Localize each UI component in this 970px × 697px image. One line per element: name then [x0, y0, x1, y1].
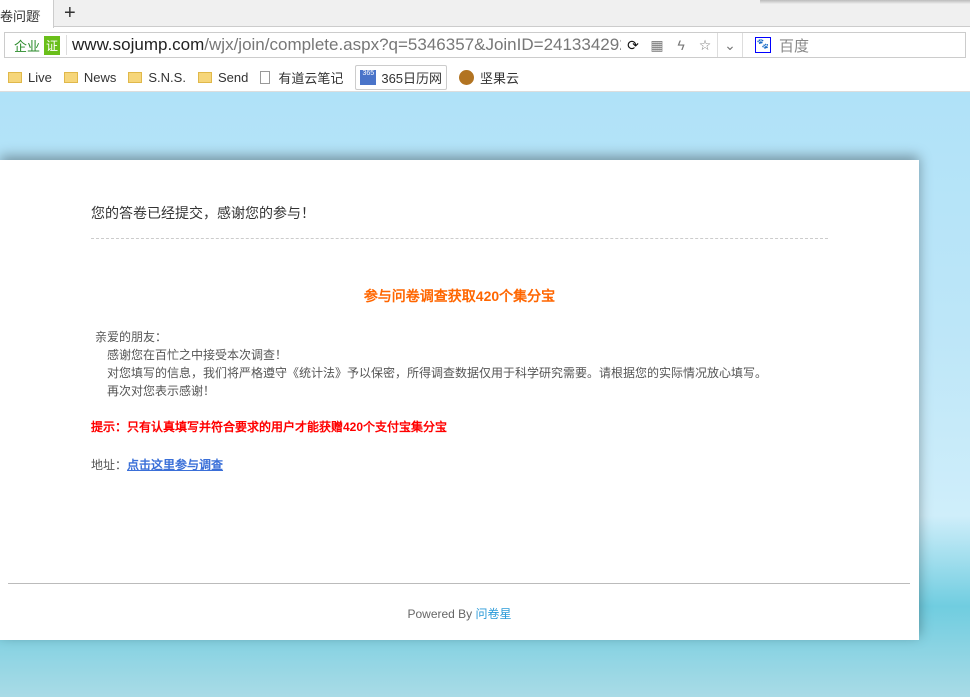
bookmarks-bar: Live News S.N.S. Send 有道云笔记 365 365日历网 坚果…: [0, 63, 970, 92]
url-host: www.sojump.com: [72, 35, 205, 54]
bookmark-365[interactable]: 365 365日历网: [355, 64, 448, 90]
greeting: 亲爱的朋友：: [95, 330, 168, 344]
letter-body: 亲爱的朋友： 感谢您在百忙之中接受本次调查！ 对您填写的信息，我们将严格遵守《统…: [95, 328, 767, 400]
bookmark-label: Live: [28, 69, 52, 85]
new-tab-button[interactable]: +: [64, 2, 76, 25]
footer-divider: [8, 583, 910, 584]
page-icon: [260, 70, 271, 84]
search-box[interactable]: 🐾 百度: [743, 35, 809, 56]
qr-code-icon[interactable]: ▦: [645, 37, 669, 54]
calendar-icon: 365: [360, 69, 377, 85]
bookmark-label: News: [83, 69, 117, 85]
search-engine-label: 百度: [779, 37, 810, 55]
folder-icon: [197, 71, 212, 83]
letter-line: 感谢您在百忙之中接受本次调查！: [107, 348, 288, 362]
window-edge: [760, 0, 970, 4]
address-line: 地址：点击这里参与调查: [91, 456, 223, 473]
tab-bar: 卷问题 × +: [0, 0, 970, 28]
bookmark-label: 有道云笔记: [278, 70, 344, 86]
lightning-icon[interactable]: ϟ: [669, 37, 693, 53]
address-bar: 企业 证 www.sojump.com/wjx/join/complete.as…: [0, 27, 970, 63]
promo-title: 参与问卷调查获取420个集分宝: [363, 288, 556, 304]
url-path: /wjx/join/complete.aspx?q=5346357&JoinID…: [204, 35, 622, 54]
enterprise-badge[interactable]: 企业: [5, 36, 44, 55]
bookmark-jianguoyun[interactable]: 坚果云: [459, 68, 519, 87]
url-input[interactable]: www.sojump.com/wjx/join/complete.aspx?q=…: [66, 35, 621, 55]
dashed-divider: [91, 238, 828, 239]
address-label: 地址：: [91, 458, 128, 472]
bookmark-label: 坚果云: [480, 70, 520, 86]
folder-icon: [128, 71, 143, 83]
baidu-paw-icon: 🐾: [755, 37, 772, 53]
bookmark-news[interactable]: News: [63, 69, 117, 85]
survey-link[interactable]: 点击这里参与调查: [127, 458, 223, 472]
bookmark-send[interactable]: Send: [197, 69, 249, 85]
completion-card: 您的答卷已经提交，感谢您的参与！ 参与问卷调查获取420个集分宝 亲爱的朋友： …: [0, 160, 919, 640]
footer: Powered By 问卷星: [0, 605, 919, 622]
bookmark-label: S.N.S.: [148, 69, 186, 85]
tip-text: 提示：只有认真填写并符合要求的用户才能获赠420个支付宝集分宝: [91, 420, 448, 434]
chevron-down-icon[interactable]: ⌄: [718, 37, 742, 54]
letter-line: 对您填写的信息，我们将严格遵守《统计法》予以保密，所得调查数据仅用于科学研究需要…: [107, 366, 768, 380]
acorn-icon: [459, 69, 475, 85]
bookmark-live[interactable]: Live: [8, 70, 52, 85]
letter-line: 再次对您表示感谢！: [107, 384, 216, 398]
folder-icon: [8, 71, 22, 83]
refresh-icon[interactable]: ⟳: [621, 37, 645, 54]
bookmark-label: 365日历网: [381, 70, 443, 86]
bookmark-sns[interactable]: S.N.S.: [128, 70, 186, 85]
bookmark-label: Send: [217, 69, 249, 85]
powered-by-label: Powered By: [407, 607, 476, 621]
star-icon[interactable]: ☆: [693, 37, 717, 54]
certificate-icon[interactable]: 证: [44, 35, 61, 55]
browser-tab[interactable]: 卷问题 ×: [0, 0, 54, 28]
bookmark-youdao[interactable]: 有道云笔记: [260, 68, 343, 87]
thanks-message: 您的答卷已经提交，感谢您的参与！: [91, 205, 315, 221]
close-tab-icon[interactable]: ×: [33, 5, 41, 21]
brand-link[interactable]: 问卷星: [476, 607, 512, 621]
folder-icon: [63, 71, 78, 83]
